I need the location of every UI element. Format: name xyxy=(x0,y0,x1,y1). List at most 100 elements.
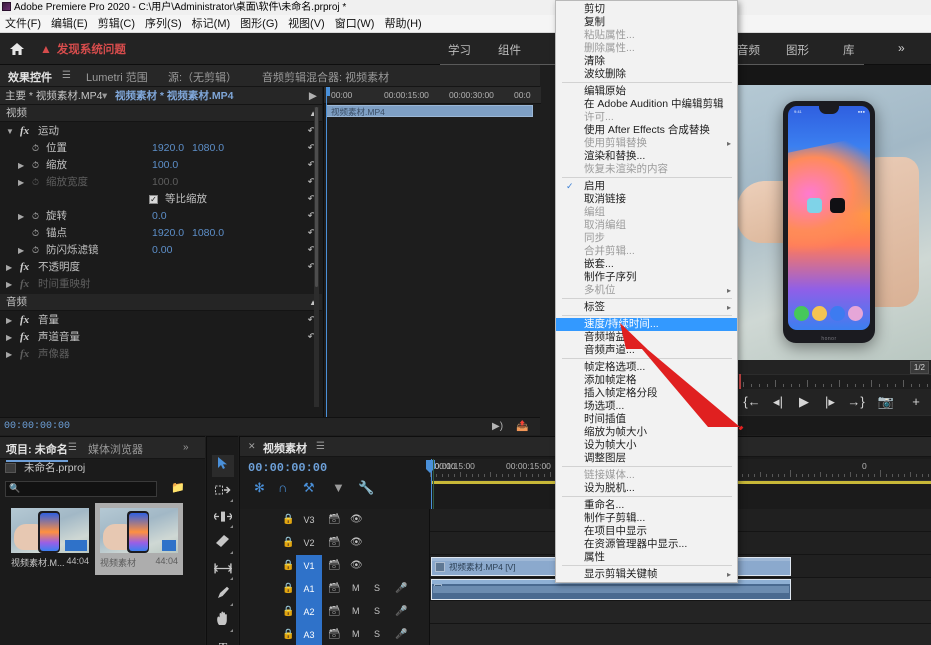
solo-button[interactable]: S xyxy=(374,629,380,639)
property-anti-flicker[interactable]: ▶ ⏱ 防闪烁滤镜 0.00 ↶ xyxy=(0,242,322,259)
property-position[interactable]: ⏱ 位置 1920.0 1080.0 ↶ xyxy=(0,140,322,157)
mute-button[interactable]: M xyxy=(352,583,360,593)
twirl-icon[interactable]: ▶ xyxy=(18,208,24,225)
system-warning[interactable]: ▲ 发现系统问题 xyxy=(40,41,126,57)
track-header-v2[interactable]: 🔒 V2 🗃 👁 xyxy=(240,532,430,555)
list-item[interactable]: 视频素材 44:04 xyxy=(95,503,183,575)
menu-item-audio-gain[interactable]: 音频增益... xyxy=(556,331,737,344)
group-video[interactable]: 视频 ▲ xyxy=(0,105,322,122)
tab-media-browser[interactable]: 媒体浏览器 xyxy=(88,441,143,457)
property-anchor-point[interactable]: ⏱ 锚点 1920.0 1080.0 ↶ xyxy=(0,225,322,242)
tab-sequence[interactable]: 视频素材 xyxy=(263,440,307,456)
menu-item-properties[interactable]: 属性 xyxy=(556,551,737,564)
menu-item-reveal-in-explorer[interactable]: 在资源管理器中显示... xyxy=(556,538,737,551)
menu-item-add-frame-hold[interactable]: 添加帧定格 xyxy=(556,374,737,387)
hand-tool-icon[interactable] xyxy=(212,611,234,633)
play-out-icon[interactable]: ▶) xyxy=(492,421,503,432)
track-header-v3[interactable]: 🔒 V3 🗃 👁 xyxy=(240,509,430,532)
menu-item-audio-channels[interactable]: 音频声道... xyxy=(556,344,737,357)
menu-item-speed-duration[interactable]: 速度/持续时间... xyxy=(556,318,737,331)
group-audio[interactable]: 音频 ▲ xyxy=(0,294,322,311)
stopwatch-icon[interactable]: ⏱ xyxy=(32,225,39,242)
workspace-assembly[interactable]: 组件 xyxy=(498,42,521,58)
twirl-icon[interactable]: ▶ xyxy=(6,346,12,363)
stopwatch-icon[interactable]: ⏱ xyxy=(32,208,39,225)
menu-clip[interactable]: 剪辑(C) xyxy=(93,15,140,32)
track-row-a3[interactable]: 🔒 A3 🗃 M S 🎤 xyxy=(240,624,931,645)
menu-item-time-interpolation[interactable]: 时间插值 ▸ xyxy=(556,413,737,426)
mute-button[interactable]: M xyxy=(352,606,360,616)
stopwatch-icon[interactable]: ⏱ xyxy=(32,157,39,174)
lock-icon[interactable]: 🔒 xyxy=(282,537,294,548)
rotation-value[interactable]: 0.0 xyxy=(152,208,167,225)
menu-item-cut[interactable]: 剪切 xyxy=(556,3,737,16)
hamburger-icon[interactable]: ☰ xyxy=(62,70,71,81)
slip-tool-icon[interactable] xyxy=(212,559,234,581)
home-icon[interactable] xyxy=(8,40,26,58)
menu-item-rename[interactable]: 重命名... xyxy=(556,499,737,512)
track-sync-icon[interactable]: 🗃 xyxy=(328,583,341,594)
track-name-v1[interactable]: V1 xyxy=(296,555,322,578)
property-rotation[interactable]: ▶ ⏱ 旋转 0.0 ↶ xyxy=(0,208,322,225)
chevron-double-right-icon[interactable]: » xyxy=(183,442,189,453)
effect-controls-playhead[interactable] xyxy=(326,87,327,417)
anti-flicker-value[interactable]: 0.00 xyxy=(152,242,172,259)
track-header-a3[interactable]: 🔒 A3 🗃 M S 🎤 xyxy=(240,624,430,645)
twirl-icon[interactable]: ▶ xyxy=(6,259,12,276)
menu-file[interactable]: 文件(F) xyxy=(0,15,46,32)
track-name-a1[interactable]: A1 xyxy=(296,578,322,601)
search-input[interactable] xyxy=(22,482,152,496)
microphone-icon[interactable]: 🎤 xyxy=(395,606,407,617)
menu-item-field-options[interactable]: 场选项... xyxy=(556,400,737,413)
menu-item-make-subsequence[interactable]: 制作子序列 xyxy=(556,271,737,284)
property-scale[interactable]: ▶ ⏱ 缩放 100.0 ↶ xyxy=(0,157,322,174)
menu-item-adjustment-layer[interactable]: 调整图层 xyxy=(556,452,737,465)
track-sync-icon[interactable]: 🗃 xyxy=(328,606,341,617)
hamburger-icon[interactable]: ☰ xyxy=(68,442,77,453)
track-name-v3[interactable]: V3 xyxy=(296,509,322,532)
track-header-a1[interactable]: 🔒 A1 🗃 M S 🎤 xyxy=(240,578,430,601)
step-forward-icon[interactable]: |▸ xyxy=(821,394,839,410)
twirl-icon[interactable]: ▶ xyxy=(18,157,24,174)
track-row-a2[interactable]: 🔒 A2 🗃 M S 🎤 xyxy=(240,601,931,624)
effect-motion[interactable]: ▼ fx 运动 ↶ xyxy=(0,123,322,140)
timeline-timecode[interactable]: 00:00:00:00 xyxy=(248,461,327,475)
mark-in-out-icon[interactable]: {← xyxy=(743,394,761,410)
zoom-level-badge[interactable]: 1/2 xyxy=(909,361,929,374)
effect-controls-scrollbar[interactable] xyxy=(314,107,319,407)
menu-edit[interactable]: 编辑(E) xyxy=(46,15,93,32)
lock-icon[interactable]: 🔒 xyxy=(282,629,294,640)
effect-channel-volume[interactable]: ▶ fx 声道音量 ↶ xyxy=(0,329,322,346)
step-back-icon[interactable]: ◂| xyxy=(769,394,787,410)
menu-item-label[interactable]: 标签 ▸ xyxy=(556,301,737,314)
lock-icon[interactable]: 🔒 xyxy=(282,606,294,617)
close-icon[interactable]: ✕ xyxy=(248,441,256,452)
mute-button[interactable]: M xyxy=(352,629,360,639)
track-header-v1[interactable]: 🔒 V1 🗃 👁 xyxy=(240,555,430,578)
program-monitor-ruler[interactable] xyxy=(737,374,931,389)
track-body-a3[interactable] xyxy=(431,624,931,645)
tab-lumetri-scopes[interactable]: Lumetri 范围 xyxy=(86,69,148,85)
position-y-value[interactable]: 1080.0 xyxy=(192,140,224,157)
effect-panner[interactable]: ▶ fx 声像器 xyxy=(0,346,322,363)
effect-controls-clip-bar[interactable]: 视频素材.MP4 xyxy=(326,105,533,117)
workspace-learn[interactable]: 学习 xyxy=(448,42,471,58)
workspace-audio[interactable]: 音频 xyxy=(737,42,760,58)
menu-sequence[interactable]: 序列(S) xyxy=(140,15,187,32)
workspace-graphics[interactable]: 图形 xyxy=(786,42,809,58)
twirl-icon[interactable]: ▶ xyxy=(6,312,12,329)
hamburger-icon[interactable]: ☰ xyxy=(316,441,325,452)
track-body-a2[interactable] xyxy=(431,601,931,624)
menu-item-enable[interactable]: 启用 ✓ xyxy=(556,180,737,193)
list-item[interactable]: 视频素材.M... 44:04 xyxy=(6,503,94,575)
menu-item-show-clip-keyframes[interactable]: 显示剪辑关键帧 ▸ xyxy=(556,568,737,581)
menu-item-replace-with-ae-comp[interactable]: 使用 After Effects 合成替换 xyxy=(556,124,737,137)
property-scale-width[interactable]: ▶ ⏱ 缩放宽度 100.0 ↶ xyxy=(0,174,322,191)
menu-item-render-and-replace[interactable]: 渲染和替换... xyxy=(556,150,737,163)
menu-item-clear[interactable]: 清除 xyxy=(556,55,737,68)
project-search-box[interactable]: 🔍 xyxy=(5,481,157,497)
menu-item-set-to-frame-size[interactable]: 设为帧大小 xyxy=(556,439,737,452)
anchor-x-value[interactable]: 1920.0 xyxy=(152,225,184,242)
tab-audio-clip-mixer[interactable]: 音频剪辑混合器: 视频素材 xyxy=(262,69,389,85)
menu-item-reveal-in-project[interactable]: 在项目中显示 xyxy=(556,525,737,538)
